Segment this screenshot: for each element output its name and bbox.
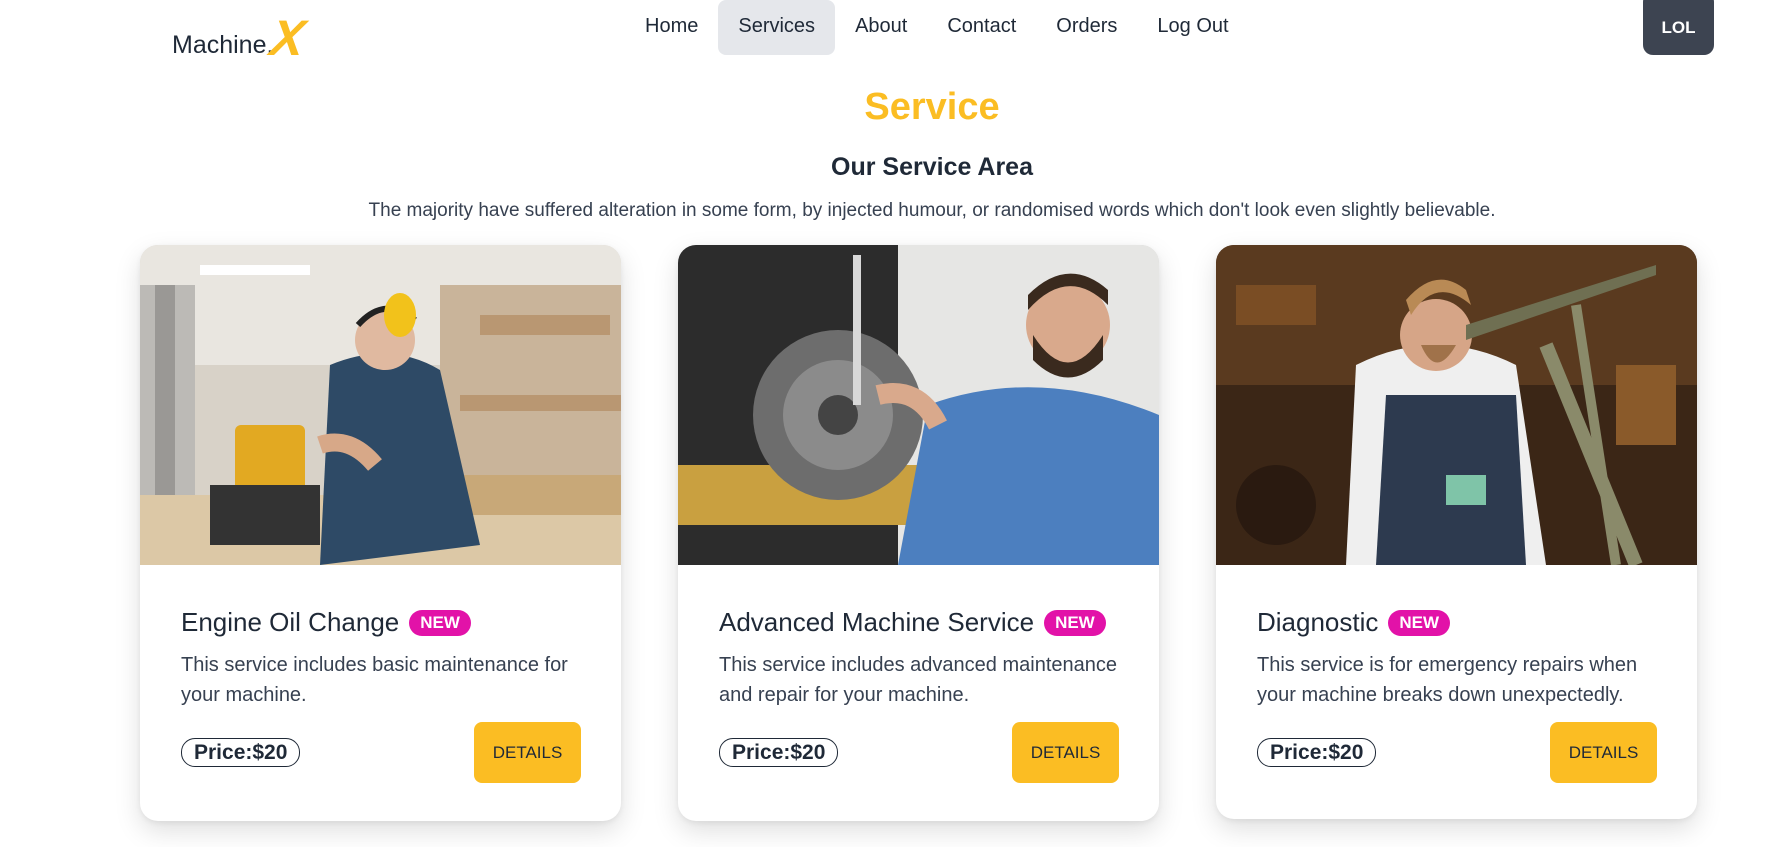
brand-mark: X	[267, 10, 309, 66]
service-card: Advanced Machine Service NEW This servic…	[678, 245, 1159, 821]
new-badge: NEW	[1044, 609, 1106, 636]
section-title: Our Service Area	[831, 153, 1033, 181]
brand-name: Machine.	[172, 31, 274, 59]
nav-contact[interactable]: Contact	[927, 0, 1036, 55]
new-badge: NEW	[409, 609, 471, 636]
service-image-woodworker	[140, 245, 621, 565]
main-nav: Home Services About Contact Orders Log O…	[625, 0, 1249, 55]
nav-about[interactable]: About	[835, 0, 927, 55]
service-card: Engine Oil Change NEW This service inclu…	[140, 245, 621, 821]
details-button[interactable]: DETAILS	[1012, 722, 1119, 783]
service-title: Engine Oil Change	[181, 607, 400, 637]
service-price: Price:$20	[1257, 738, 1377, 767]
details-button[interactable]: DETAILS	[1550, 722, 1657, 783]
nav-orders[interactable]: Orders	[1036, 0, 1137, 55]
service-description: This service includes advanced maintenan…	[719, 654, 1117, 706]
service-description: This service is for emergency repairs wh…	[1257, 654, 1638, 706]
service-price: Price:$20	[719, 738, 839, 767]
service-description: This service includes basic maintenance …	[181, 654, 568, 706]
service-price: Price:$20	[181, 738, 301, 767]
nav-home[interactable]: Home	[625, 0, 718, 55]
user-menu-button[interactable]: LOL	[1643, 0, 1714, 55]
service-title: Advanced Machine Service	[719, 607, 1035, 637]
new-badge: NEW	[1388, 609, 1451, 636]
nav-logout[interactable]: Log Out	[1137, 0, 1248, 55]
nav-services[interactable]: Services	[718, 0, 836, 55]
page-title: Service	[864, 86, 1000, 128]
service-image-bicycle-repair	[1216, 245, 1697, 565]
service-image-mechanic	[678, 245, 1159, 565]
service-title: Diagnostic	[1257, 607, 1379, 637]
service-card: Diagnostic NEW This service is for emerg…	[1216, 245, 1697, 819]
details-button[interactable]: DETAILS	[474, 722, 581, 783]
brand-logo[interactable]: Machine. X	[172, 10, 309, 66]
section-description: The majority have suffered alteration in…	[368, 200, 1496, 221]
